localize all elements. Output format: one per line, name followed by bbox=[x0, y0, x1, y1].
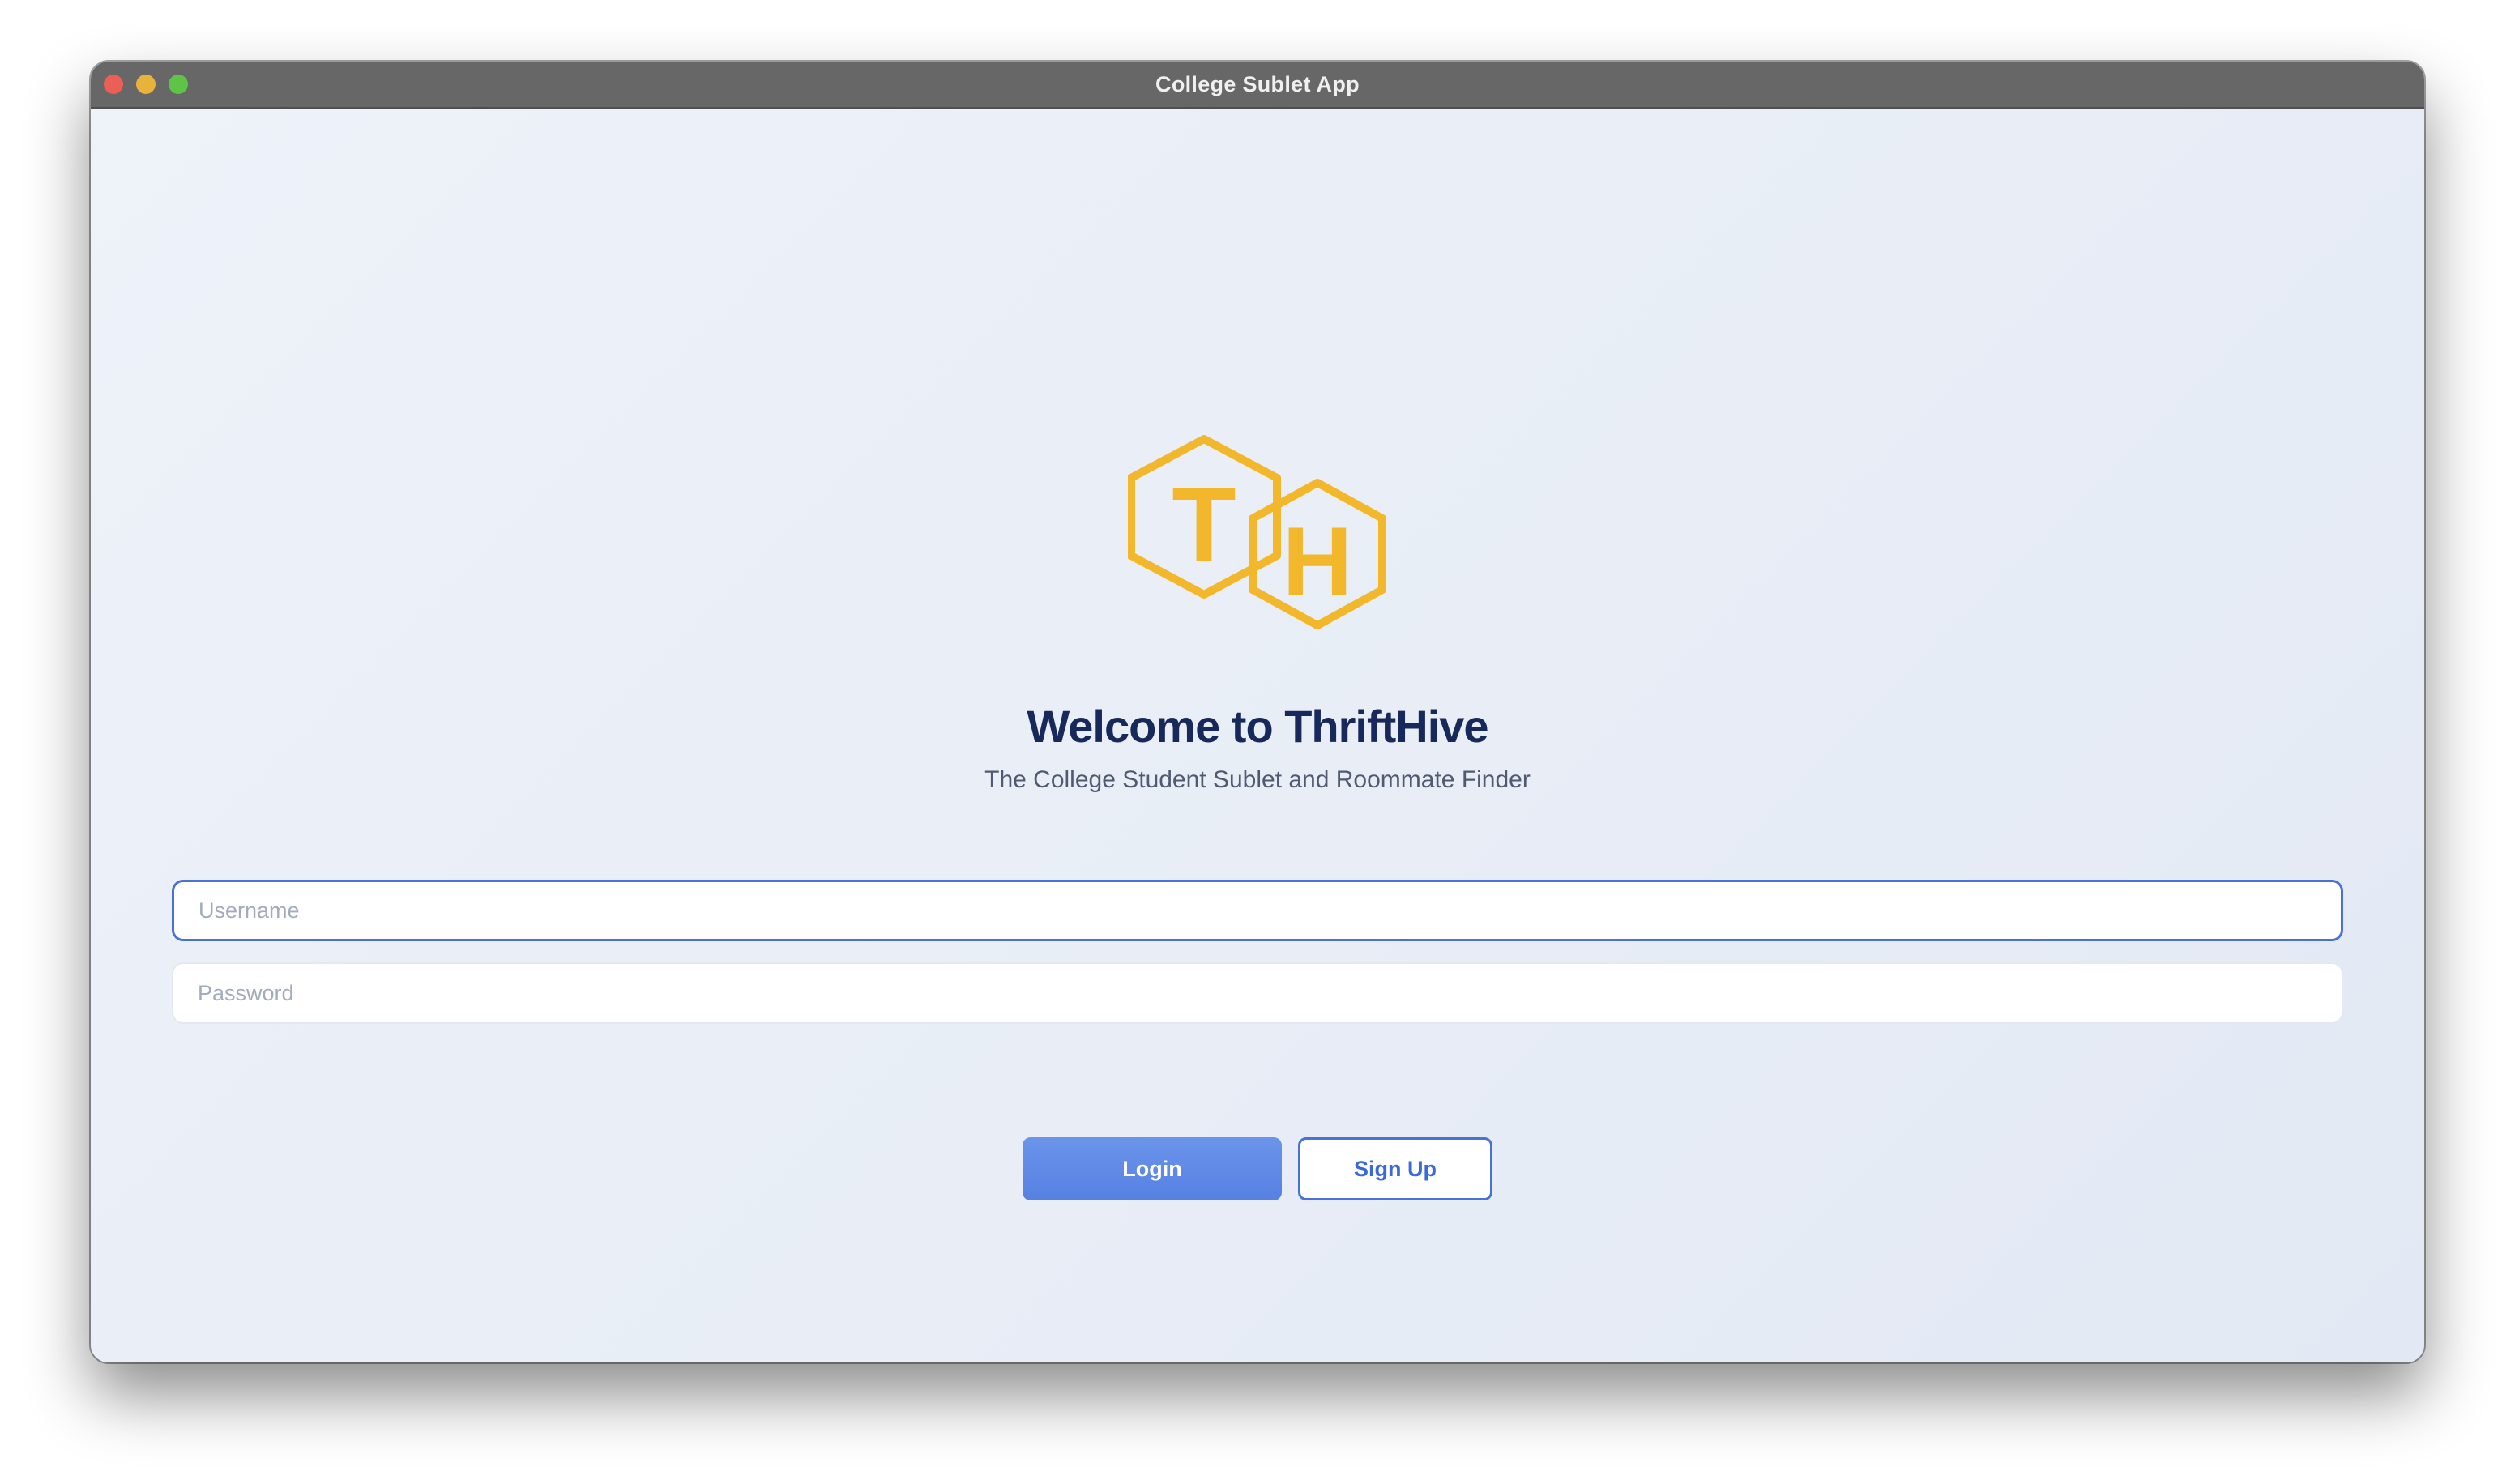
password-input[interactable] bbox=[172, 962, 2343, 1024]
title-bar[interactable]: College Sublet App bbox=[91, 62, 2424, 109]
login-button[interactable]: Login bbox=[1023, 1137, 1282, 1200]
login-screen: T H Welcome to ThriftHive The College St… bbox=[91, 109, 2424, 1362]
window-title: College Sublet App bbox=[1155, 72, 1360, 96]
username-input[interactable] bbox=[172, 880, 2343, 941]
sign-up-button[interactable]: Sign Up bbox=[1298, 1137, 1492, 1200]
logo-letter-t: T bbox=[1172, 465, 1236, 583]
thrifthive-logo: T H bbox=[1128, 435, 1386, 629]
app-window: College Sublet App T H Welcome to Thrift… bbox=[91, 62, 2424, 1362]
logo-letter-h: H bbox=[1283, 507, 1353, 616]
welcome-heading: Welcome to ThriftHive bbox=[1027, 701, 1488, 752]
welcome-subtitle: The College Student Sublet and Roommate … bbox=[984, 766, 1531, 793]
